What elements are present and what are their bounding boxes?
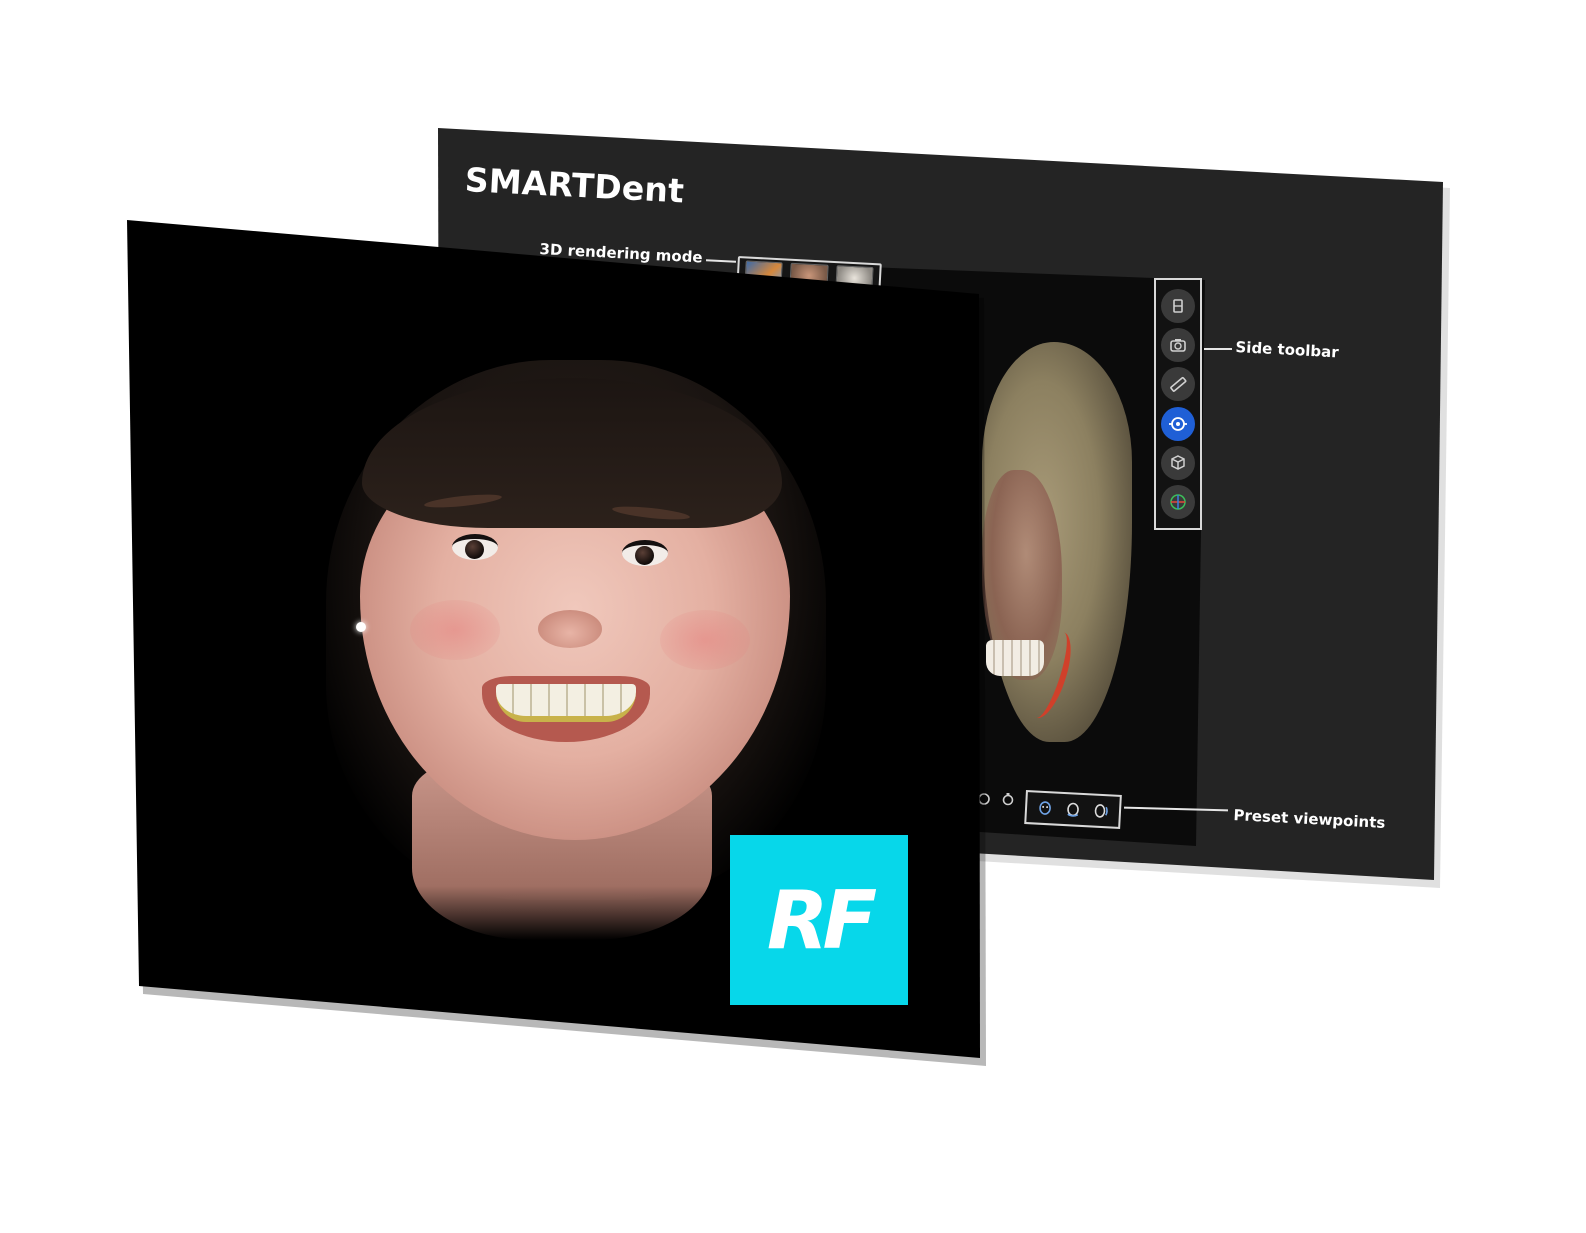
side-toolbar [1154, 278, 1202, 530]
teeth-render [496, 684, 636, 722]
measure-tool-button[interactable] [1161, 367, 1195, 402]
layers-icon [1173, 298, 1183, 313]
front-view-button[interactable] [1035, 798, 1056, 819]
cube-view-icon [1171, 455, 1185, 470]
right-eye [622, 540, 668, 566]
three-quarter-view-icon [1094, 804, 1108, 818]
right-cheek-blush [660, 610, 750, 670]
screenshot-tool-button[interactable] [1161, 327, 1195, 362]
settings-view-icon[interactable] [1000, 791, 1016, 811]
earring [356, 622, 366, 632]
axes-gizmo-icon [1170, 494, 1186, 511]
nose-render [538, 610, 602, 648]
logo-text: RF [766, 873, 877, 967]
preset-viewpoints-bar [1024, 790, 1122, 829]
front-face-view-icon [1039, 801, 1051, 815]
layers-tool-button[interactable] [1161, 288, 1195, 323]
left-cheek-blush [410, 600, 500, 660]
camera-icon [1170, 338, 1186, 352]
three-quarter-view-button[interactable] [1090, 800, 1111, 821]
orbit-rotate-icon [1169, 416, 1187, 431]
rf-logo: RF [730, 835, 908, 1005]
ruler-icon [1170, 377, 1187, 393]
cube-view-tool-button[interactable] [1161, 445, 1195, 480]
side-view-button[interactable] [1063, 799, 1084, 820]
side-toolbar-callout-line [1204, 348, 1232, 350]
side-face-view-icon [1067, 802, 1079, 817]
left-eye [452, 534, 498, 560]
axes-tool-button[interactable] [1161, 485, 1195, 520]
orbit-tool-button[interactable] [1161, 406, 1195, 441]
